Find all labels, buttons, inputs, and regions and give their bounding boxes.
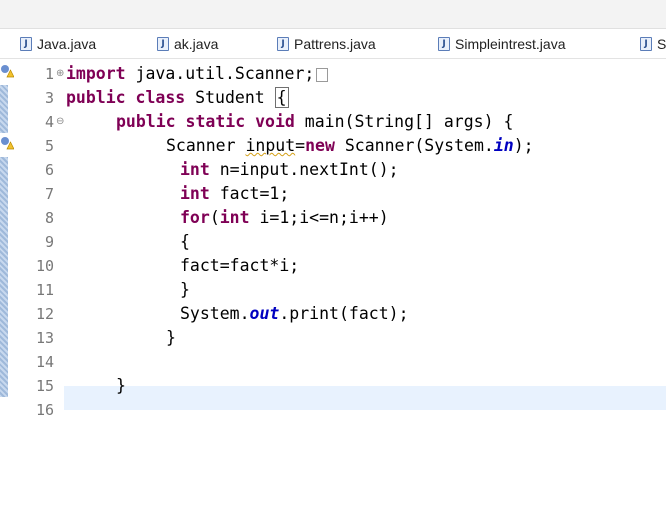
fold-collapse-icon[interactable]: ⊖ <box>56 110 64 134</box>
line-number: 12 <box>35 305 54 323</box>
code-token: fact=1; <box>209 184 290 203</box>
code-token: new <box>305 136 335 155</box>
code-token: void <box>255 112 295 131</box>
code-line-11: } <box>180 278 190 302</box>
code-token: { <box>180 232 190 251</box>
code-line-13: } <box>166 326 176 350</box>
annotation-ruler <box>0 59 14 520</box>
code-token: in <box>493 136 514 155</box>
code-line-4: public static void main(String[] args) { <box>116 110 513 134</box>
tab-pattrens-java[interactable]: J Pattrens.java <box>277 29 376 58</box>
code-token: static <box>185 112 246 131</box>
java-file-icon: J <box>438 36 450 51</box>
warning-icon[interactable] <box>0 136 14 150</box>
code-token: ); <box>513 136 534 155</box>
tab-java-java[interactable]: J Java.java <box>20 29 96 58</box>
line-number: 3 <box>44 89 54 107</box>
line-number: 4 <box>44 113 54 131</box>
line-number: 9 <box>44 233 54 251</box>
code-line-9: { <box>180 230 190 254</box>
matched-bracket: { <box>274 87 289 108</box>
collapsed-imports-icon[interactable] <box>316 67 329 82</box>
code-line-7: int fact=1; <box>180 182 289 206</box>
code-token: = <box>295 136 306 155</box>
line-number: 10 <box>35 257 54 275</box>
editor-tab-bar: J Java.java J ak.java J Pattrens.java J … <box>0 29 666 59</box>
code-token: } <box>116 376 126 395</box>
line-number: 13 <box>35 329 54 347</box>
java-file-icon: J <box>640 36 652 51</box>
code-token: public <box>116 112 176 131</box>
code-token: int <box>180 184 210 203</box>
code-line-8: for(int i=1;i<=n;i++) <box>180 206 389 230</box>
code-token: } <box>166 328 176 347</box>
tab-label: Simpleintrest.java <box>455 35 566 52</box>
line-number: 16 <box>35 401 54 419</box>
code-token: Scanner(System. <box>334 136 494 155</box>
code-line-15: } <box>116 374 126 398</box>
line-number: 8 <box>44 209 54 227</box>
warning-variable: input <box>245 136 296 155</box>
code-token: public <box>66 88 126 107</box>
code-token: out <box>249 304 280 323</box>
code-token: for <box>180 208 210 227</box>
change-marker <box>0 157 8 397</box>
code-line-1: import java.util.Scanner; <box>66 62 329 86</box>
line-number: 14 <box>35 353 54 371</box>
tab-label: S <box>657 35 666 52</box>
window-top-strip <box>0 0 666 29</box>
code-token: } <box>180 280 190 299</box>
line-number: 15 <box>35 377 54 395</box>
current-line-highlight <box>64 386 666 410</box>
tab-label: Java.java <box>37 35 97 52</box>
warning-icon[interactable] <box>0 64 14 78</box>
code-line-12: System.out.print(fact); <box>180 302 409 326</box>
code-token: int <box>180 160 210 179</box>
code-token: Student <box>185 88 275 107</box>
code-token: ( <box>209 208 220 227</box>
line-number: 6 <box>44 161 54 179</box>
line-number: 1 <box>44 65 54 83</box>
code-token: java.util.Scanner; <box>125 64 315 83</box>
line-number: 11 <box>35 281 54 299</box>
code-token: Scanner <box>166 136 246 155</box>
code-line-3: public class Student { <box>66 86 289 110</box>
fold-expand-icon[interactable]: ⊕ <box>56 62 64 86</box>
code-editor[interactable]: 1 ⊕ 3 4 ⊖ 5 6 7 8 9 10 11 12 13 14 15 16… <box>0 59 666 520</box>
code-line-5: Scanner input=new Scanner(System.in); <box>166 134 534 158</box>
code-token: i=1;i<=n;i++) <box>249 208 389 227</box>
java-file-icon: J <box>277 36 289 51</box>
line-number: 7 <box>44 185 54 203</box>
java-file-icon: J <box>157 36 169 51</box>
tab-label: ak.java <box>174 35 219 52</box>
code-token: fact=fact*i; <box>180 256 300 275</box>
tab-overflow[interactable]: J S <box>640 29 666 58</box>
tab-label: Pattrens.java <box>294 35 376 52</box>
line-number: 5 <box>44 137 54 155</box>
tab-ak-java[interactable]: J ak.java <box>157 29 218 58</box>
change-marker <box>0 85 8 133</box>
code-token: n=input.nextInt(); <box>209 160 399 179</box>
line-number-gutter: 1 ⊕ 3 4 ⊖ 5 6 7 8 9 10 11 12 13 14 15 16 <box>14 59 64 520</box>
code-line-10: fact=fact*i; <box>180 254 299 278</box>
code-token: int <box>219 208 250 227</box>
code-token: class <box>135 88 186 107</box>
code-token: import <box>66 64 126 83</box>
tab-simpleintrest-java[interactable]: J Simpleintrest.java <box>438 29 566 58</box>
code-token: .print(fact); <box>279 304 409 323</box>
java-file-icon: J <box>20 36 32 51</box>
code-token: System. <box>180 304 250 323</box>
code-line-6: int n=input.nextInt(); <box>180 158 399 182</box>
code-token: main(String[] args) { <box>294 112 514 131</box>
